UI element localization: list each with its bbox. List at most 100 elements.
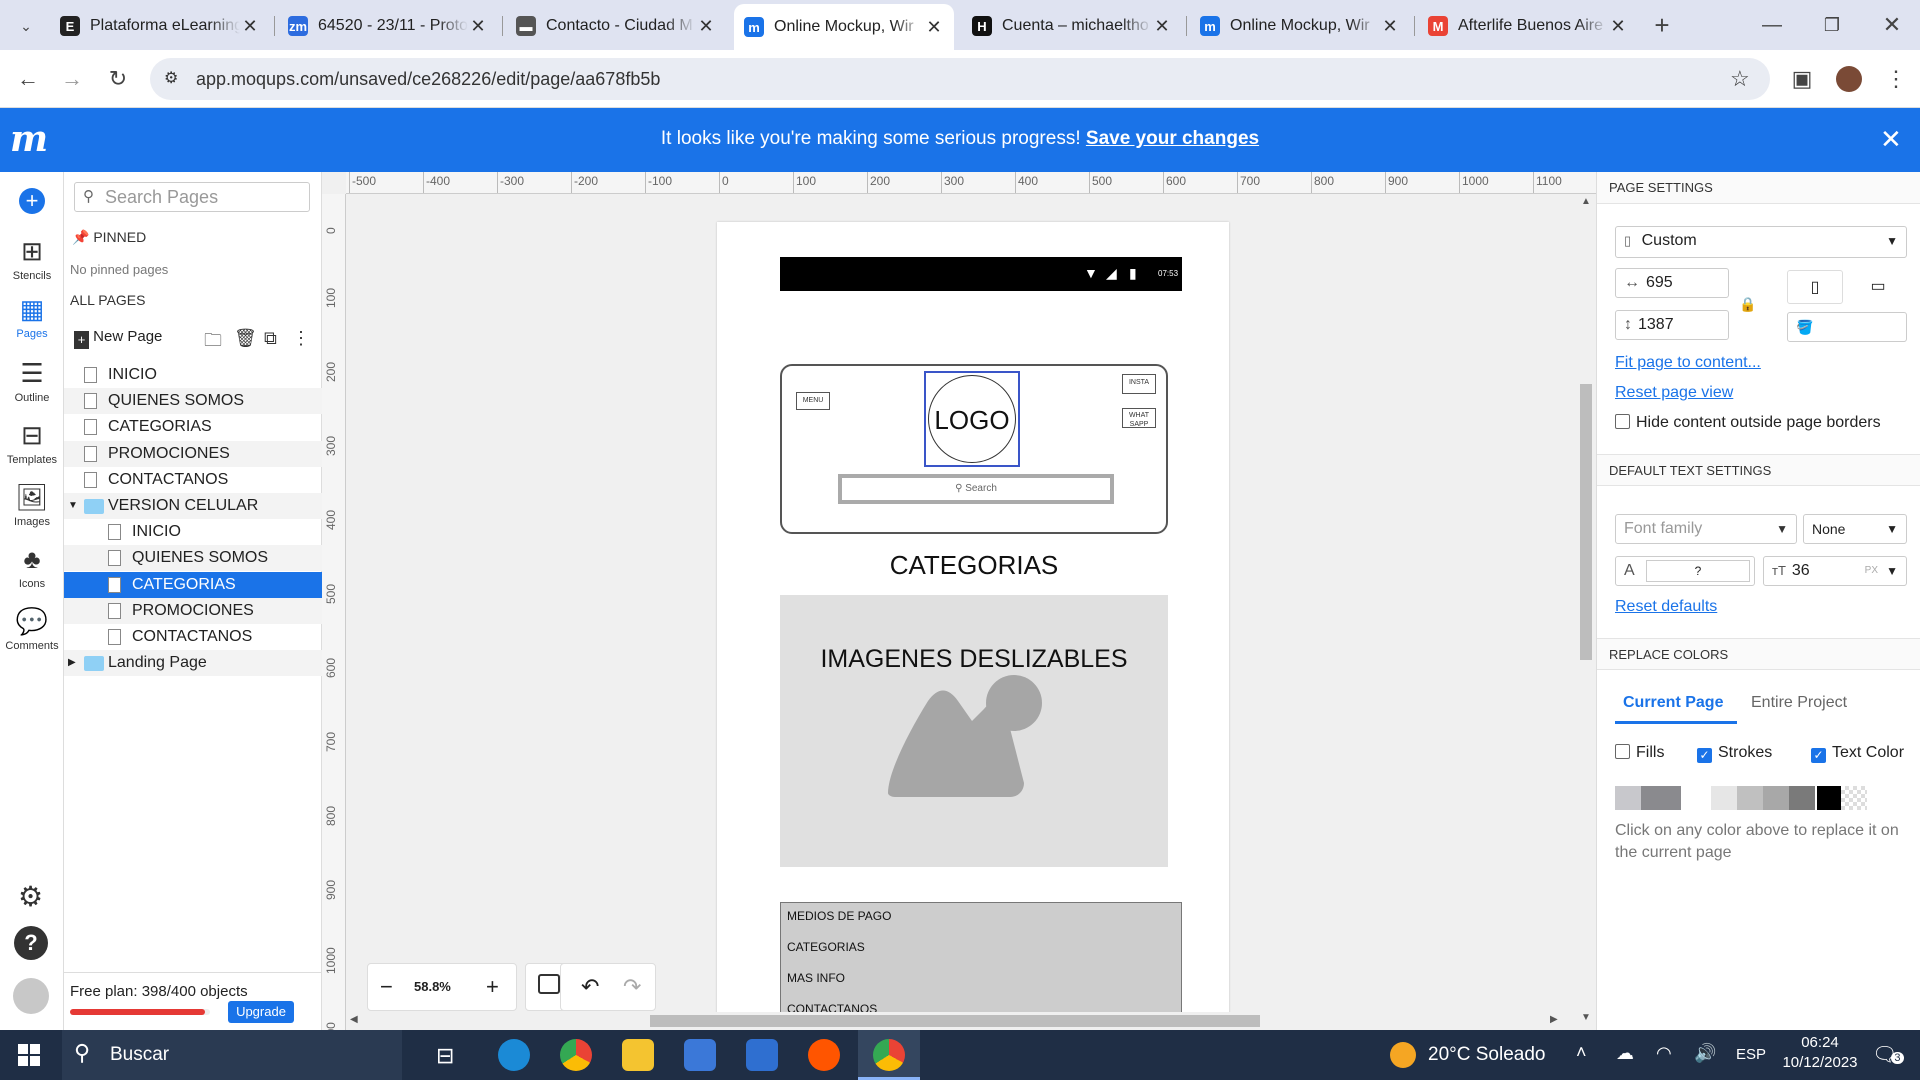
soundcloud-icon[interactable]	[808, 1039, 840, 1071]
text-color-value[interactable]: ?	[1646, 560, 1750, 582]
more-options-icon[interactable]: ⋮	[292, 328, 310, 349]
upgrade-button[interactable]: Upgrade	[228, 1001, 294, 1023]
page-item[interactable]: INICIO	[64, 519, 322, 545]
notifications-icon[interactable]: 🗨3	[1872, 1042, 1904, 1067]
rail-item-stencils[interactable]: ⊞ Stencils	[0, 236, 64, 282]
editor-canvas[interactable]: -500 -400 -300 -200 -100 0 100 200 300 400 500 600 7…	[322, 172, 1596, 1052]
search-pages-input[interactable]: ⚲ Search Pages	[74, 182, 310, 212]
page-item[interactable]: CATEGORIAS	[64, 571, 322, 598]
lock-ratio-icon[interactable]: 🔒	[1739, 296, 1756, 313]
horizontal-scrollbar[interactable]: ◀ ▶	[346, 1012, 1576, 1030]
tab-search-button[interactable]: ⌄	[10, 10, 42, 42]
browser-tab[interactable]: m Online Mockup, Wir ✕	[734, 4, 954, 50]
rail-item-pages[interactable]: ▦ Pages	[0, 294, 64, 340]
whatsapp-box[interactable]: WHAT SAPP	[1122, 408, 1156, 428]
profile-avatar[interactable]	[1836, 66, 1862, 92]
tab-close-icon[interactable]: ✕	[468, 16, 488, 37]
tab-current-page[interactable]: Current Page	[1615, 690, 1737, 724]
portrait-icon[interactable]: ▯	[1787, 270, 1843, 304]
language-indicator[interactable]: ESP	[1736, 1046, 1766, 1063]
mockup-header[interactable]: MENU LOGO INSTA WHAT SAPP ⚲ Search	[780, 364, 1168, 534]
page-item[interactable]: PROMOCIONES	[64, 597, 322, 624]
logo-circle[interactable]: LOGO	[928, 375, 1016, 463]
mockup-search-field[interactable]: ⚲ Search	[842, 478, 1110, 500]
browser-menu-icon[interactable]: ⋮	[1880, 63, 1912, 95]
save-changes-link[interactable]: Save your changes	[1086, 128, 1259, 149]
menu-box[interactable]: MENU	[796, 392, 830, 410]
user-avatar[interactable]	[13, 978, 49, 1014]
color-swatch[interactable]	[1737, 786, 1763, 810]
font-family-select[interactable]: Font family ▼	[1615, 514, 1797, 544]
url-bar[interactable]: ⚙ app.moqups.com/unsaved/ce268226/edit/p…	[150, 58, 1770, 100]
bookmark-star-icon[interactable]: ☆	[1730, 58, 1750, 100]
minimize-button[interactable]: —	[1756, 9, 1788, 41]
forward-button[interactable]: →	[56, 63, 88, 95]
weather-text[interactable]: 20°C Soleado	[1428, 1044, 1545, 1066]
reload-button[interactable]: ↻	[102, 63, 134, 95]
site-info-icon[interactable]: ⚙	[164, 58, 178, 100]
page-preset-select[interactable]: ▯ Custom ▼	[1615, 226, 1907, 258]
hide-outside-checkbox[interactable]: Hide content outside page borders	[1615, 414, 1881, 432]
text-color-field[interactable]: A?	[1615, 556, 1755, 586]
tab-close-icon[interactable]: ✕	[696, 16, 716, 37]
help-icon[interactable]: ?	[14, 926, 48, 960]
zoom-out-button[interactable]: −	[380, 974, 393, 1000]
page-item[interactable]: CONTACTANOS	[64, 467, 322, 493]
network-icon[interactable]: ◠	[1656, 1043, 1672, 1064]
windows-start-icon[interactable]	[18, 1044, 40, 1066]
browser-tab[interactable]: E Plataforma eLearning ✕	[50, 6, 270, 46]
footer-item[interactable]: CATEGORIAS	[787, 940, 865, 954]
rail-item-comments[interactable]: 💬 Comments	[0, 606, 64, 652]
zoom-in-button[interactable]: +	[486, 974, 499, 1000]
color-swatch[interactable]	[1615, 786, 1641, 810]
scroll-right-icon[interactable]: ▶	[1550, 1014, 1558, 1025]
tab-close-icon[interactable]: ✕	[1608, 16, 1628, 37]
vertical-scroll-thumb[interactable]	[1580, 384, 1592, 660]
reset-defaults-link[interactable]: Reset defaults	[1615, 598, 1717, 616]
chrome-icon[interactable]	[560, 1039, 592, 1071]
new-tab-button[interactable]: +	[1646, 9, 1678, 41]
zoom-level[interactable]: 58.8%	[414, 979, 451, 994]
task-view-icon[interactable]: ⊟	[436, 1043, 454, 1069]
browser-tab[interactable]: m Online Mockup, Wir ✕	[1190, 6, 1410, 46]
image-label[interactable]: IMAGENES DESLIZABLES	[780, 645, 1168, 674]
fills-box[interactable]	[1615, 744, 1630, 759]
color-swatch[interactable]	[1789, 786, 1815, 810]
edge-icon[interactable]	[498, 1039, 530, 1071]
calculator-icon[interactable]	[684, 1039, 716, 1071]
collapse-arrow-icon[interactable]: ▶	[68, 650, 76, 676]
new-page-button[interactable]: + New Page	[74, 328, 162, 349]
side-panel-icon[interactable]: ▣	[1786, 63, 1818, 95]
horizontal-scroll-thumb[interactable]	[650, 1015, 1260, 1027]
mockup-search-bar[interactable]: ⚲ Search	[838, 474, 1114, 504]
tab-entire-project[interactable]: Entire Project	[1745, 690, 1847, 716]
page-width-field[interactable]: ↔ 695	[1615, 268, 1729, 298]
clock[interactable]: 06:24 10/12/2023	[1770, 1034, 1870, 1071]
browser-tab[interactable]: ▬ Contacto - Ciudad M ✕	[506, 6, 726, 46]
banner-close-icon[interactable]: ✕	[1880, 124, 1902, 155]
rail-item-outline[interactable]: ☰ Outline	[0, 358, 64, 404]
onedrive-icon[interactable]: ☁	[1616, 1043, 1634, 1064]
window-close-button[interactable]: ✕	[1876, 9, 1908, 41]
vertical-scrollbar[interactable]: ▲ ▼	[1576, 194, 1596, 1030]
strokes-box[interactable]: ✓	[1697, 748, 1712, 763]
browser-tab[interactable]: M Afterlife Buenos Aire ✕	[1418, 6, 1638, 46]
reset-page-view-link[interactable]: Reset page view	[1615, 384, 1733, 402]
mockup-page[interactable]: ▼ ◢ ▮ 07:53 MENU LOGO INSTA WHAT SAPP ⚲ …	[717, 222, 1229, 1052]
color-swatch[interactable]	[1711, 786, 1737, 810]
rail-item-templates[interactable]: ⊟ Templates	[0, 420, 64, 466]
active-app-chrome[interactable]	[858, 1030, 920, 1080]
tab-close-icon[interactable]: ✕	[924, 17, 944, 38]
tray-chevron-icon[interactable]: ˄	[1576, 1042, 1587, 1063]
settings-gear-icon[interactable]: ⚙	[18, 880, 43, 913]
file-explorer-icon[interactable]	[622, 1039, 654, 1071]
expand-arrow-icon[interactable]: ▼	[68, 493, 78, 519]
duplicate-icon[interactable]: ⧉	[264, 328, 277, 349]
color-swatch[interactable]	[1763, 786, 1789, 810]
fills-checkbox[interactable]: Fills	[1615, 744, 1664, 762]
page-height-field[interactable]: ↕ 1387	[1615, 310, 1729, 340]
taskbar-search[interactable]: ⚲ Buscar	[62, 1030, 402, 1080]
color-swatch[interactable]	[1841, 786, 1867, 810]
browser-tab[interactable]: H Cuenta – michaeltho ✕	[962, 6, 1182, 46]
page-folder[interactable]: ▶ Landing Page	[64, 650, 322, 677]
